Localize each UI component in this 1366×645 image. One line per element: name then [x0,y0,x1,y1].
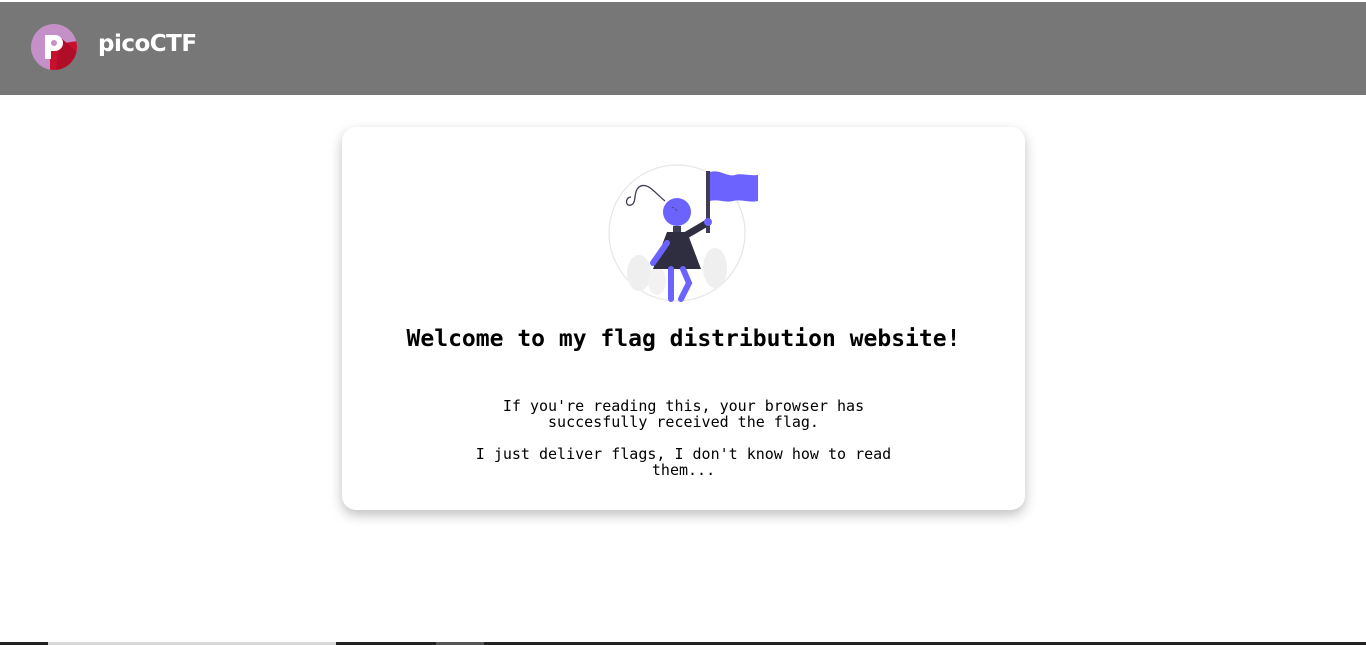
person-with-flag-illustration [608,164,758,302]
brand-name[interactable]: picoCTF [98,31,197,57]
deliver-flags-text: I just deliver flags, I don't know how t… [475,445,892,479]
top-bar: picoCTF [0,0,1366,95]
picoctf-logo-icon[interactable] [30,23,78,71]
welcome-card: Welcome to my flag distribution website!… [342,127,1025,510]
received-flag-text: If you're reading this, your browser has… [502,397,865,431]
welcome-headline: Welcome to my flag distribution website! [406,326,961,352]
